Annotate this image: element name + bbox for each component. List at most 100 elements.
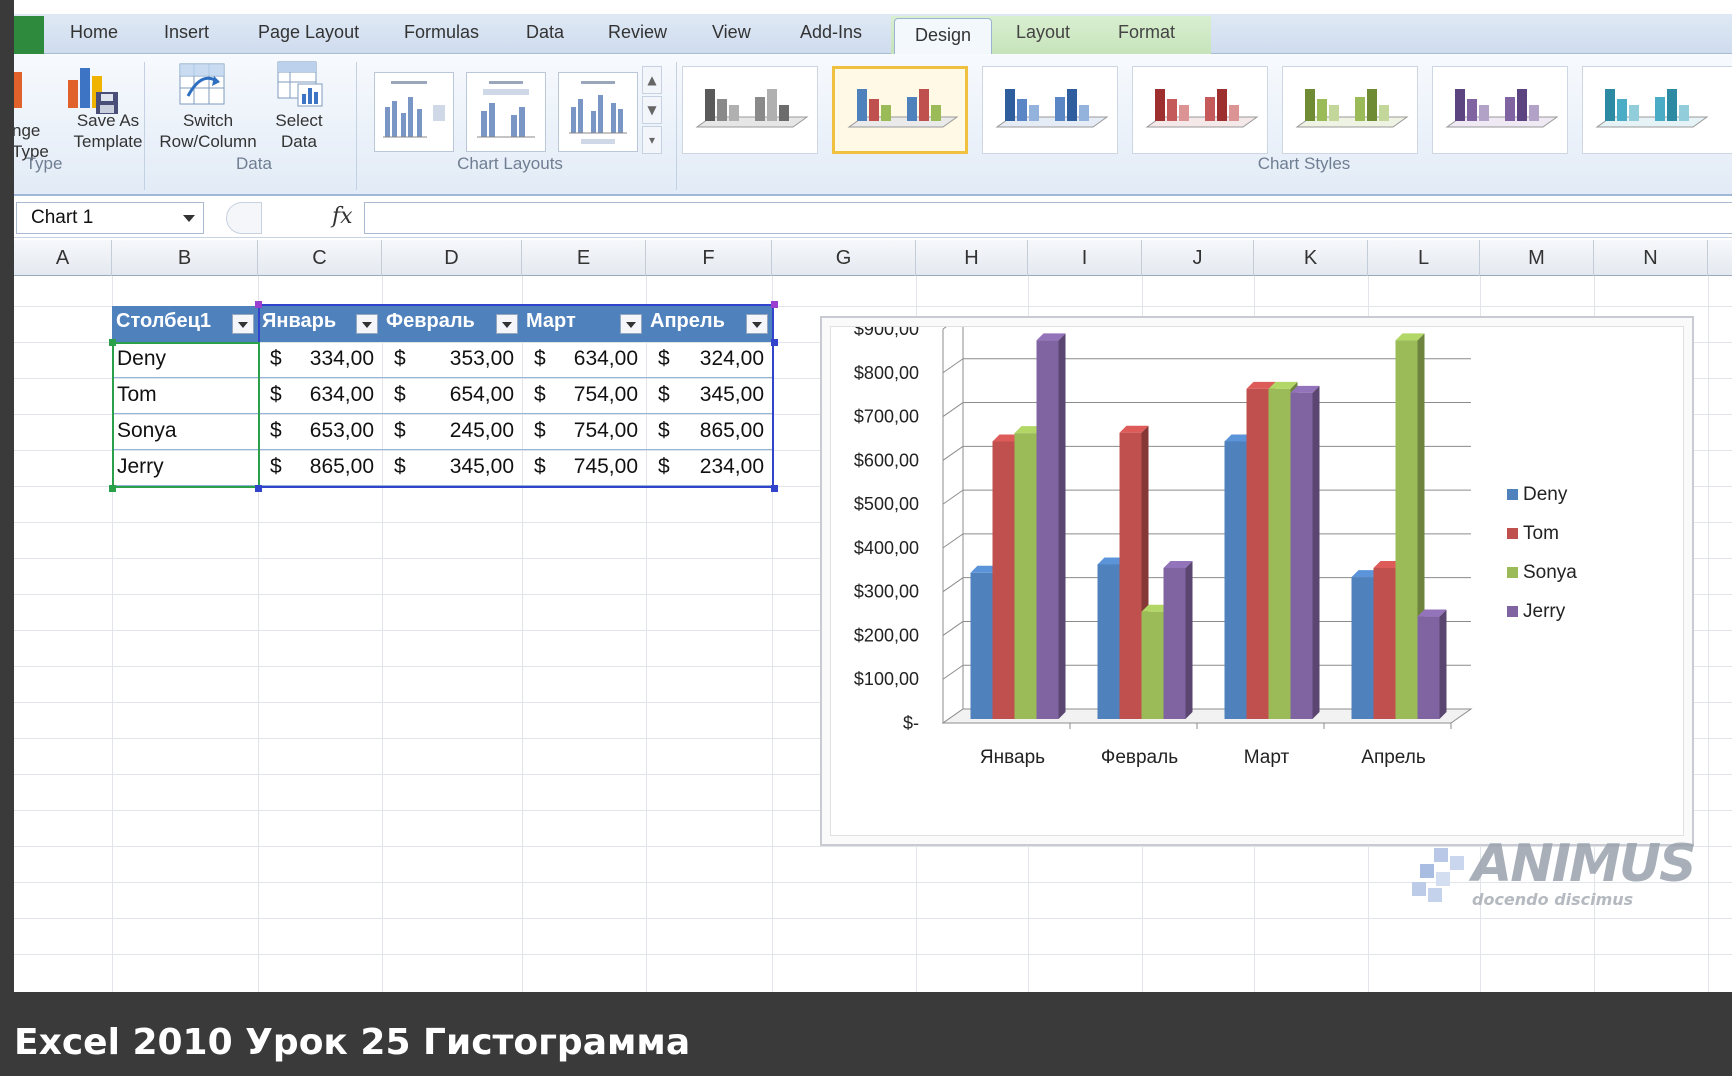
table-header-cell[interactable]: Столбец1 <box>112 306 258 342</box>
table-cell[interactable]: $345,00 <box>382 450 522 486</box>
file-tab[interactable] <box>14 16 44 54</box>
chart-style-gray[interactable] <box>682 66 818 154</box>
range-handle[interactable] <box>255 301 262 308</box>
column-header-m[interactable]: M <box>1480 240 1594 276</box>
save-as-template-button[interactable]: Save As Template <box>58 110 158 152</box>
chart-object[interactable]: $- $100,00 $200,00 $300,00 $400,00 $500,00 $60… <box>820 314 1694 846</box>
table-cell[interactable]: $865,00 <box>646 414 772 450</box>
select-data-icon[interactable] <box>276 60 324 108</box>
save-as-template-icon[interactable] <box>66 64 120 116</box>
chart-style-blue[interactable] <box>982 66 1118 154</box>
select-data-button[interactable]: Select Data <box>264 110 334 152</box>
chart-style-green[interactable] <box>1282 66 1418 154</box>
formula-input[interactable] <box>364 202 1732 234</box>
column-header-k[interactable]: K <box>1254 240 1368 276</box>
range-handle[interactable] <box>255 485 262 492</box>
table-cell[interactable]: $745,00 <box>522 450 646 486</box>
tab-insert[interactable]: Insert <box>164 22 209 43</box>
filter-dropdown-icon[interactable] <box>496 314 518 334</box>
filter-dropdown-icon[interactable] <box>356 314 378 334</box>
grid-line <box>14 954 1732 955</box>
table-cell[interactable]: Sonya <box>112 414 258 450</box>
formula-bar-expander[interactable] <box>226 202 262 234</box>
column-header-h[interactable]: H <box>916 240 1028 276</box>
tab-format[interactable]: Format <box>1118 22 1175 43</box>
chart-style-colorful[interactable] <box>832 66 968 154</box>
column-header-j[interactable]: J <box>1142 240 1254 276</box>
column-header-b[interactable]: B <box>112 240 258 276</box>
filter-dropdown-icon[interactable] <box>232 314 254 334</box>
table-cell[interactable]: $754,00 <box>522 378 646 414</box>
tab-view[interactable]: View <box>712 22 751 43</box>
table-cell[interactable]: $634,00 <box>522 342 646 378</box>
tab-data[interactable]: Data <box>526 22 564 43</box>
tab-formulas[interactable]: Formulas <box>404 22 479 43</box>
select-data-label-2: Data <box>281 132 317 151</box>
switch-label-1: Switch <box>182 111 234 130</box>
chart-area[interactable]: $- $100,00 $200,00 $300,00 $400,00 $500,00 $60… <box>830 314 1684 836</box>
tab-add-ins[interactable]: Add-Ins <box>800 22 862 43</box>
column-header-l[interactable]: L <box>1368 240 1480 276</box>
column-header-a[interactable]: A <box>14 240 112 276</box>
range-handle[interactable] <box>771 301 778 308</box>
column-header-c[interactable]: C <box>258 240 382 276</box>
layouts-scroll-up-button[interactable]: ▲ <box>642 66 662 94</box>
column-header-i[interactable]: I <box>1028 240 1142 276</box>
table-cell[interactable]: $345,00 <box>646 378 772 414</box>
table-cell[interactable]: Deny <box>112 342 258 378</box>
table-cell[interactable]: $245,00 <box>382 414 522 450</box>
bar <box>1268 388 1291 719</box>
table-header-cell[interactable]: Январь <box>258 306 382 342</box>
chart-style-red[interactable] <box>1132 66 1268 154</box>
table-cell[interactable]: $334,00 <box>258 342 382 378</box>
table-cell[interactable]: Jerry <box>112 450 258 486</box>
column-chart-3d[interactable]: $- $100,00 $200,00 $300,00 $400,00 $500,00 $60… <box>831 314 1683 835</box>
range-handle[interactable] <box>771 485 778 492</box>
table-header-cell[interactable]: Апрель <box>646 306 772 342</box>
column-header-d[interactable]: D <box>382 240 522 276</box>
table-cell[interactable]: $353,00 <box>382 342 522 378</box>
chart-style-purple[interactable] <box>1432 66 1568 154</box>
change-chart-type-icon[interactable] <box>14 68 26 112</box>
range-handle[interactable] <box>109 339 116 346</box>
filter-dropdown-icon[interactable] <box>620 314 642 334</box>
chart-layout-2[interactable] <box>466 72 546 152</box>
column-header-f[interactable]: F <box>646 240 772 276</box>
bar <box>1395 340 1418 719</box>
tab-page-layout[interactable]: Page Layout <box>258 22 359 43</box>
table-cell[interactable]: Tom <box>112 378 258 414</box>
tab-layout[interactable]: Layout <box>1016 22 1070 43</box>
switch-row-column-button[interactable]: Switch Row/Column <box>148 110 268 152</box>
table-header-cell[interactable]: Февраль <box>382 306 522 342</box>
range-handle[interactable] <box>109 485 116 492</box>
table-cell[interactable]: $654,00 <box>382 378 522 414</box>
layouts-more-button[interactable]: ▾ <box>642 126 662 154</box>
table-header-cell[interactable]: Март <box>522 306 646 342</box>
column-header-g[interactable]: G <box>772 240 916 276</box>
header-label: Март <box>526 310 576 332</box>
column-header-n[interactable]: N <box>1594 240 1708 276</box>
legend-swatch <box>1507 567 1518 578</box>
range-handle[interactable] <box>771 339 778 346</box>
tab-review[interactable]: Review <box>608 22 667 43</box>
filter-dropdown-icon[interactable] <box>746 314 768 334</box>
table-cell[interactable]: $324,00 <box>646 342 772 378</box>
table-cell[interactable]: $234,00 <box>646 450 772 486</box>
chart-layout-3[interactable] <box>558 72 638 152</box>
table-cell[interactable]: $653,00 <box>258 414 382 450</box>
insert-function-icon[interactable]: fx <box>332 204 353 229</box>
chevron-down-icon[interactable] <box>183 215 195 222</box>
table-cell[interactable]: $865,00 <box>258 450 382 486</box>
switch-row-column-icon[interactable] <box>178 60 226 108</box>
tab-home[interactable]: Home <box>70 22 118 43</box>
column-header-e[interactable]: E <box>522 240 646 276</box>
y-tick-label: $900,00 <box>854 327 919 339</box>
bar <box>1351 577 1374 719</box>
chart-style-aqua[interactable] <box>1582 66 1732 154</box>
tab-design[interactable]: Design <box>894 18 993 55</box>
table-cell[interactable]: $634,00 <box>258 378 382 414</box>
layouts-scroll-down-button[interactable]: ▼ <box>642 96 662 124</box>
chart-layout-1[interactable] <box>374 72 454 152</box>
table-cell[interactable]: $754,00 <box>522 414 646 450</box>
name-box[interactable]: Chart 1 <box>16 202 204 234</box>
